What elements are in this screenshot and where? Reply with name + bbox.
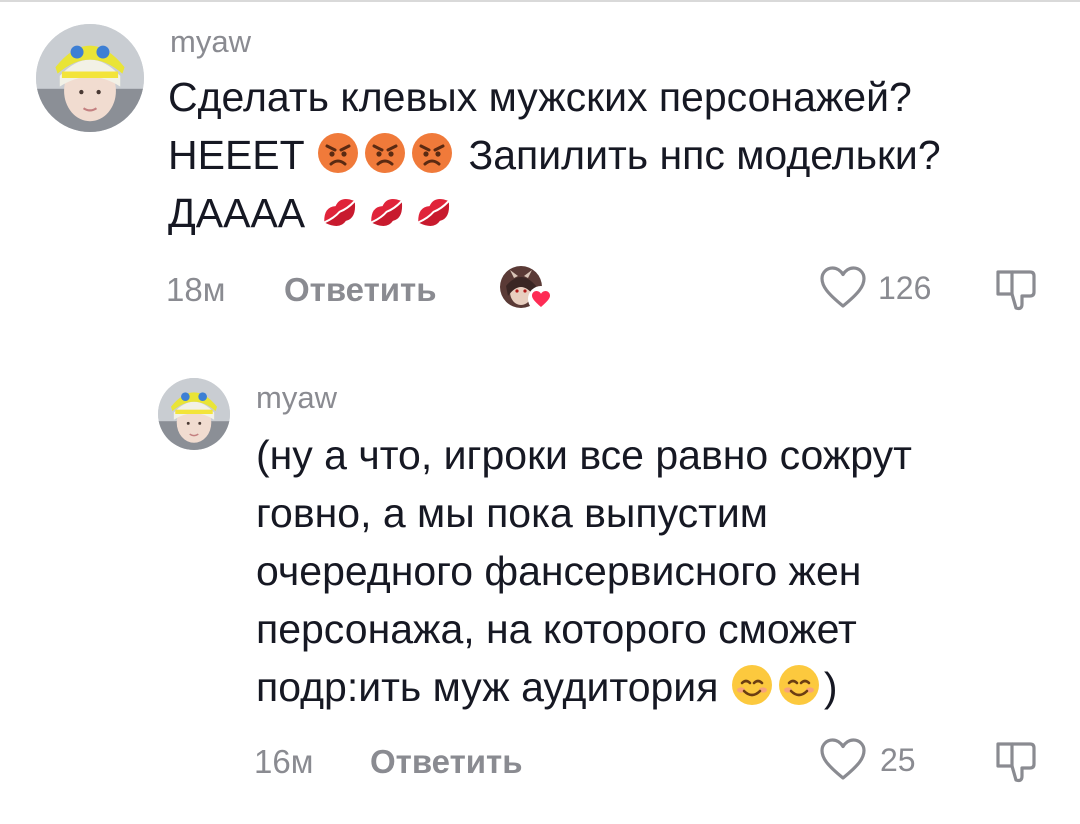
comment-text-segment: подр:ить муж аудитория <box>256 664 730 710</box>
like-count: 25 <box>880 742 916 778</box>
comment-text: Сделать клевых мужских персонажей? НЕЕЕТ… <box>168 68 941 242</box>
kiss-mark-icon <box>317 189 361 233</box>
angry-face-icon <box>316 131 360 175</box>
reply-comment: myaw (ну а что, игроки все равно сожрут … <box>0 360 1080 824</box>
comment-text-segment: ДАААА <box>168 190 317 236</box>
comment: myaw Сделать клевых мужских персонажей? … <box>0 0 1080 330</box>
dislike-icon[interactable] <box>992 738 1040 786</box>
comment-text: (ну а что, игроки все равно сожрут говно… <box>256 426 912 716</box>
comment-text-line: персонажа, на которого сможет <box>256 606 857 652</box>
creator-heart-icon <box>528 286 554 312</box>
comment-username[interactable]: myaw <box>170 24 251 60</box>
comment-timestamp: 16м <box>254 743 314 780</box>
like-count: 126 <box>878 270 932 306</box>
comment-text-segment: ) <box>823 664 838 710</box>
like-heart-icon[interactable] <box>818 264 868 310</box>
angry-face-icon <box>363 131 407 175</box>
angry-face-icon <box>410 131 454 175</box>
reply-button[interactable]: Ответить <box>370 742 523 782</box>
comment-text-line: Сделать клевых мужских персонажей? <box>168 74 912 120</box>
comment-text-line: (ну а что, игроки все равно сожрут <box>256 432 912 478</box>
comment-text-line: говно, а мы пока выпустим <box>256 490 768 536</box>
comment-text-line: очередного фансервисного жен <box>256 548 862 594</box>
comment-text-line: подр:ить муж аудитория ) <box>256 658 912 716</box>
avatar-image <box>158 378 230 450</box>
dislike-icon[interactable] <box>992 266 1040 314</box>
user-avatar[interactable] <box>36 24 144 132</box>
comment-text-segment: НЕЕЕТ <box>168 132 317 178</box>
avatar-image <box>36 24 144 132</box>
kiss-mark-icon <box>364 189 408 233</box>
comment-username[interactable]: myaw <box>256 380 337 416</box>
user-avatar[interactable] <box>158 378 230 450</box>
smiling-face-icon <box>730 663 774 707</box>
like-heart-icon[interactable] <box>818 736 868 782</box>
smiling-face-icon <box>777 663 821 707</box>
comment-timestamp: 18м <box>166 271 226 308</box>
comment-text-segment: Запилить нпс модельки? <box>457 132 941 178</box>
kiss-mark-icon <box>411 189 455 233</box>
comment-text-line: ДАААА <box>168 184 941 242</box>
reply-button[interactable]: Ответить <box>284 270 437 310</box>
comment-text-line: НЕЕЕТ Запилить нпс модельки? <box>168 126 941 184</box>
